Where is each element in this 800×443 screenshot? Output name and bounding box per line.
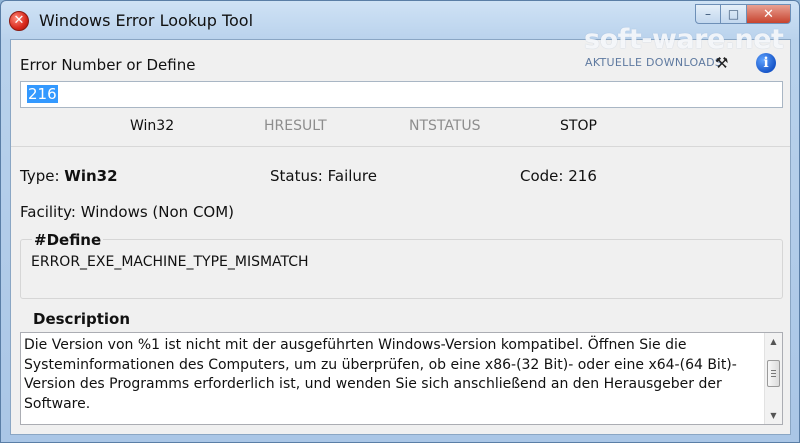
description-title: Description bbox=[31, 310, 133, 328]
type-value: Win32 bbox=[64, 167, 118, 185]
error-number-input[interactable]: 216 bbox=[20, 81, 783, 108]
facility-value: Windows (Non COM) bbox=[80, 203, 235, 221]
separator bbox=[11, 146, 790, 147]
app-window: ✕ Windows Error Lookup Tool – □ ✕ Error … bbox=[0, 0, 800, 443]
caption-buttons: – □ ✕ bbox=[695, 4, 791, 24]
selected-text: 216 bbox=[27, 85, 58, 103]
close-button[interactable]: ✕ bbox=[747, 4, 791, 24]
type-win32-button[interactable]: Win32 bbox=[130, 118, 174, 134]
status-label: Status: bbox=[270, 167, 323, 185]
description-group: Description Die Version von %1 ist nicht… bbox=[20, 310, 783, 429]
code-field: Code: 216 bbox=[520, 167, 597, 185]
type-label: Type: bbox=[20, 167, 60, 185]
tools-icon[interactable]: ⚒ bbox=[715, 54, 728, 72]
window-title: Windows Error Lookup Tool bbox=[39, 11, 254, 30]
description-text: Die Version von %1 ist nicht mit der aus… bbox=[24, 337, 737, 412]
scroll-thumb[interactable] bbox=[767, 360, 780, 387]
type-field: Type: Win32 bbox=[20, 167, 118, 185]
code-value: 216 bbox=[568, 167, 597, 185]
facility-label: Facility: bbox=[20, 203, 76, 221]
watermark: soft-ware.net AKTUELLE DOWNLOADS bbox=[584, 24, 784, 74]
type-ntstatus-button[interactable]: NTSTATUS bbox=[409, 118, 481, 134]
maximize-button[interactable]: □ bbox=[721, 4, 747, 24]
watermark-brand: soft-ware.net bbox=[584, 24, 784, 55]
error-number-label: Error Number or Define bbox=[20, 56, 196, 74]
scroll-up-arrow-icon[interactable]: ▲ bbox=[765, 333, 782, 350]
code-label: Code: bbox=[520, 167, 564, 185]
description-scrollbar[interactable]: ▲ ▼ bbox=[764, 333, 782, 424]
type-hresult-button[interactable]: HRESULT bbox=[264, 118, 327, 134]
type-stop-button[interactable]: STOP bbox=[560, 118, 597, 134]
scroll-down-arrow-icon[interactable]: ▼ bbox=[765, 407, 782, 424]
grip-line bbox=[771, 370, 776, 371]
define-value: ERROR_EXE_MACHINE_TYPE_MISMATCH bbox=[31, 254, 309, 270]
facility-field: Facility: Windows (Non COM) bbox=[20, 203, 234, 221]
status-value: Failure bbox=[327, 167, 377, 185]
info-icon[interactable]: i bbox=[756, 53, 776, 73]
minimize-button[interactable]: – bbox=[695, 4, 721, 24]
description-textbox[interactable]: Die Version von %1 ist nicht mit der aus… bbox=[20, 332, 783, 425]
status-field: Status: Failure bbox=[270, 167, 377, 185]
watermark-tagline: AKTUELLE DOWNLOADS bbox=[585, 56, 723, 69]
error-circle-icon[interactable]: ✕ bbox=[9, 11, 29, 31]
grip-line bbox=[771, 376, 776, 377]
define-group: #Define ERROR_EXE_MACHINE_TYPE_MISMATCH bbox=[20, 231, 783, 299]
grip-line bbox=[771, 373, 776, 374]
client-area: Error Number or Define soft-ware.net AKT… bbox=[10, 24, 791, 435]
define-title: #Define bbox=[32, 231, 104, 249]
